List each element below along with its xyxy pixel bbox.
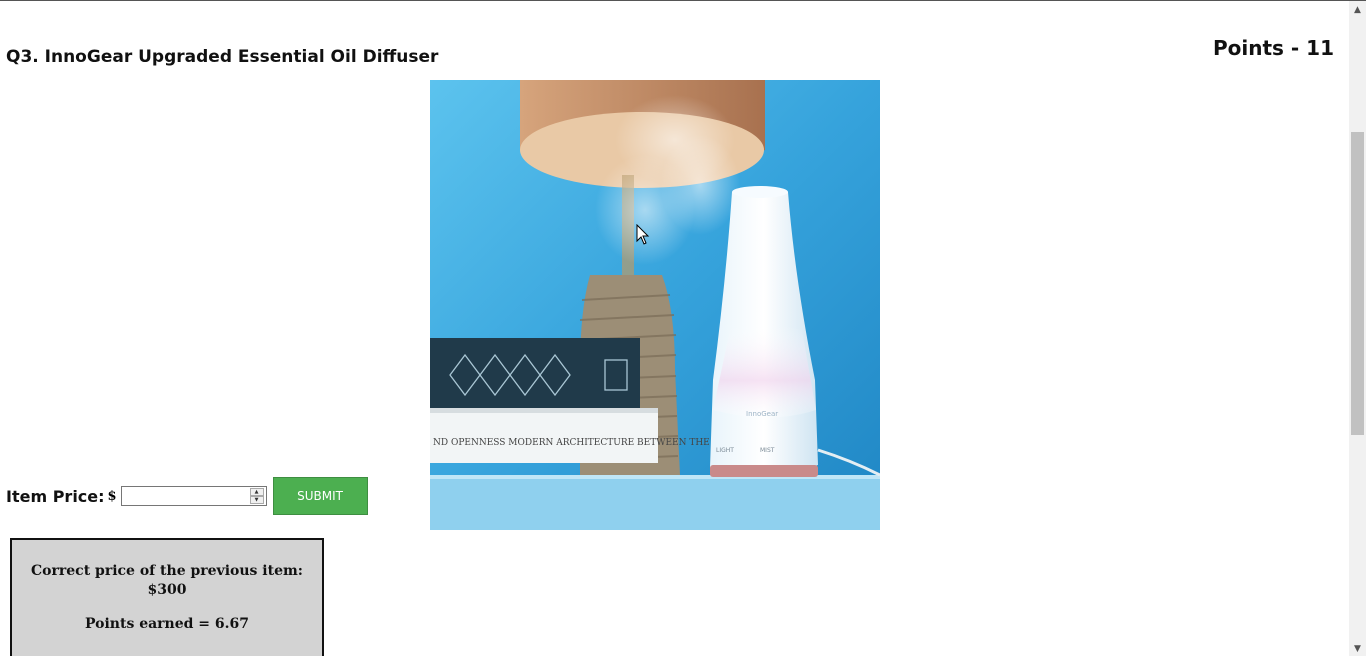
book-spine-text: ND OPENNESS MODERN ARCHITECTURE BETWEEN … [433, 438, 741, 448]
points-earned: Points earned = 6.67 [84, 616, 249, 632]
mouse-pointer-icon [636, 224, 650, 245]
diffuser-light-label: LIGHT [716, 447, 734, 454]
previous-price-label: Correct price of the previous item: [31, 563, 303, 579]
currency-symbol: $ [107, 488, 117, 504]
vertical-scrollbar[interactable]: ▲ ▼ [1349, 1, 1366, 656]
scroll-up-icon[interactable]: ▲ [1349, 1, 1366, 18]
price-input-wrapper: ▲ ▼ [120, 486, 267, 506]
submit-button[interactable]: SUBMIT [272, 477, 368, 515]
browser-viewport: Q3. InnoGear Upgraded Essential Oil Diff… [0, 0, 1366, 656]
previous-price-value: $300 [147, 582, 187, 598]
diffuser-mist-label: MIST [760, 447, 775, 454]
product-image: ND OPENNESS MODERN ARCHITECTURE BETWEEN … [430, 80, 880, 530]
item-price-input[interactable] [121, 487, 248, 505]
question-title: Q3. InnoGear Upgraded Essential Oil Diff… [6, 47, 439, 67]
number-spinner: ▲ ▼ [249, 488, 264, 504]
scroll-down-icon[interactable]: ▼ [1349, 640, 1366, 656]
spinner-up-icon[interactable]: ▲ [249, 488, 264, 496]
item-price-label: Item Price: [6, 486, 105, 506]
price-form: Item Price: $ ▲ ▼ SUBMIT [6, 477, 368, 515]
diffuser-brand-text: InnoGear [746, 410, 778, 418]
quiz-page: Q3. InnoGear Upgraded Essential Oil Diff… [0, 1, 1349, 656]
spinner-down-icon[interactable]: ▼ [249, 496, 264, 504]
previous-item-result: Correct price of the previous item: $300… [10, 538, 324, 656]
scroll-thumb[interactable] [1351, 132, 1364, 435]
points-total: Points - 11 [1212, 36, 1334, 60]
